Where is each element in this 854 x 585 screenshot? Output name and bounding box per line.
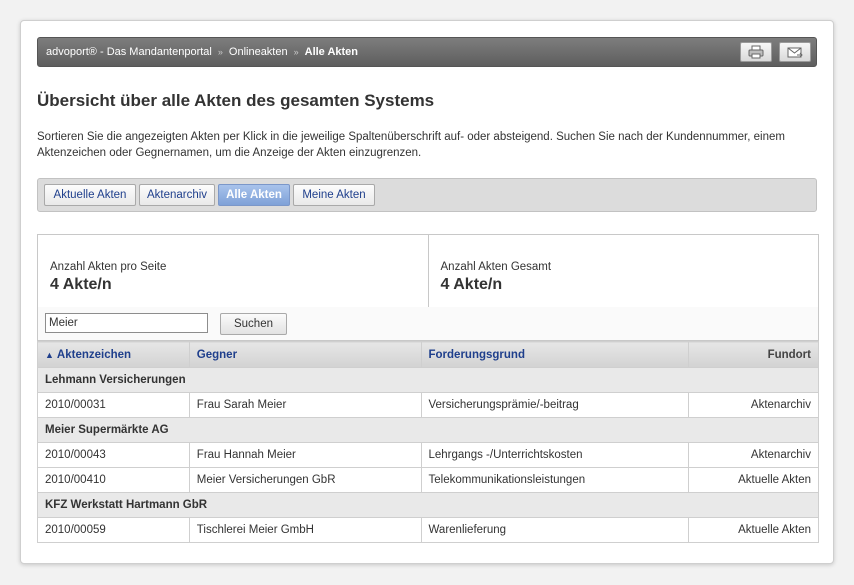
email-button[interactable] <box>779 42 811 62</box>
sort-ascending-icon: ▲ <box>45 349 54 360</box>
page-title: Übersicht über alle Akten des gesamten S… <box>37 91 435 110</box>
group-name: KFZ Werkstatt Hartmann GbR <box>37 492 819 518</box>
cell-gegner: Tischlerei Meier GmbH <box>188 517 422 543</box>
cell-gegner: Frau Sarah Meier <box>188 392 422 418</box>
column-header-aktenzeichen[interactable]: ▲ Aktenzeichen <box>37 341 190 368</box>
breadcrumb-separator: » <box>293 47 299 58</box>
column-header-forderungsgrund[interactable]: Forderungsgrund <box>420 341 690 368</box>
cell-aktenzeichen: 2010/00043 <box>37 442 190 468</box>
files-table: ▲ Aktenzeichen Gegner Forderungsgrund Fun… <box>37 341 819 543</box>
cell-forderungsgrund: Versicherungsprämie/-beitrag <box>420 392 690 418</box>
breadcrumb-separator: » <box>217 47 223 58</box>
group-name: Meier Supermärkte AG <box>37 417 819 443</box>
cell-fundort: Aktuelle Akten <box>688 467 819 493</box>
table-row[interactable]: 2010/00031 Frau Sarah Meier Versicherung… <box>37 392 819 418</box>
content-panel: advoport® - Das Mandantenportal » Onlineak… <box>20 20 834 564</box>
stat-per-page-value: 4 Akte/n <box>50 276 112 293</box>
tab-aktenarchiv[interactable]: Aktenarchiv <box>139 184 215 206</box>
stat-total: Anzahl Akten Gesamt 4 Akte/n <box>427 235 819 307</box>
stat-per-page-label: Anzahl Akten pro Seite <box>50 261 167 273</box>
search-bar: Suchen <box>37 307 819 341</box>
top-bar: advoport® - Das Mandantenportal » Onlineak… <box>37 37 817 67</box>
cell-fundort: Aktenarchiv <box>688 442 819 468</box>
cell-forderungsgrund: Telekommunikationsleistungen <box>420 467 690 493</box>
group-row: Meier Supermärkte AG <box>37 417 819 443</box>
stat-total-value: 4 Akte/n <box>440 276 503 293</box>
printer-icon <box>748 45 764 59</box>
search-input[interactable] <box>45 313 208 333</box>
cell-gegner: Frau Hannah Meier <box>188 442 422 468</box>
table-row[interactable]: 2010/00043 Frau Hannah Meier Lehrgangs -… <box>37 442 819 468</box>
cell-fundort: Aktenarchiv <box>688 392 819 418</box>
file-tabs: Aktuelle Akten Aktenarchiv Alle Akten Me… <box>37 178 817 212</box>
column-header-gegner[interactable]: Gegner <box>188 341 422 368</box>
tab-aktuelle-akten[interactable]: Aktuelle Akten <box>44 184 136 206</box>
mail-icon <box>787 47 803 57</box>
print-button[interactable] <box>740 42 772 62</box>
group-row: KFZ Werkstatt Hartmann GbR <box>37 492 819 518</box>
stat-per-page: Anzahl Akten pro Seite 4 Akte/n <box>38 235 428 307</box>
breadcrumb-onlineakten-link[interactable]: Onlineakten <box>229 46 288 58</box>
stat-total-label: Anzahl Akten Gesamt <box>440 261 552 273</box>
table-row[interactable]: 2010/00059 Tischlerei Meier GmbH Warenli… <box>37 517 819 543</box>
breadcrumb-portal-link[interactable]: advoport® - Das Mandantenportal <box>46 46 212 58</box>
cell-forderungsgrund: Warenlieferung <box>420 517 690 543</box>
cell-forderungsgrund: Lehrgangs -/Unterrichtskosten <box>420 442 690 468</box>
tab-alle-akten[interactable]: Alle Akten <box>218 184 290 206</box>
group-row: Lehmann Versicherungen <box>37 367 819 393</box>
intro-text: Sortieren Sie die angezeigten Akten per … <box>37 131 785 159</box>
cell-fundort: Aktuelle Akten <box>688 517 819 543</box>
cell-aktenzeichen: 2010/00031 <box>37 392 190 418</box>
column-header-label: Aktenzeichen <box>56 348 132 361</box>
column-header-fundort[interactable]: Fundort <box>688 341 819 368</box>
cell-aktenzeichen: 2010/00410 <box>37 467 190 493</box>
stats-panel: Anzahl Akten pro Seite 4 Akte/n Anzahl A… <box>37 234 819 308</box>
search-button[interactable]: Suchen <box>220 313 287 335</box>
table-row[interactable]: 2010/00410 Meier Versicherungen GbR Tele… <box>37 467 819 493</box>
table-header-row: ▲ Aktenzeichen Gegner Forderungsgrund Fun… <box>37 341 819 368</box>
breadcrumb: advoport® - Das Mandantenportal » Onlineak… <box>46 46 358 58</box>
tab-meine-akten[interactable]: Meine Akten <box>293 184 375 206</box>
cell-gegner: Meier Versicherungen GbR <box>188 467 422 493</box>
breadcrumb-current: Alle Akten <box>304 46 359 59</box>
group-name: Lehmann Versicherungen <box>37 367 819 393</box>
cell-aktenzeichen: 2010/00059 <box>37 517 190 543</box>
